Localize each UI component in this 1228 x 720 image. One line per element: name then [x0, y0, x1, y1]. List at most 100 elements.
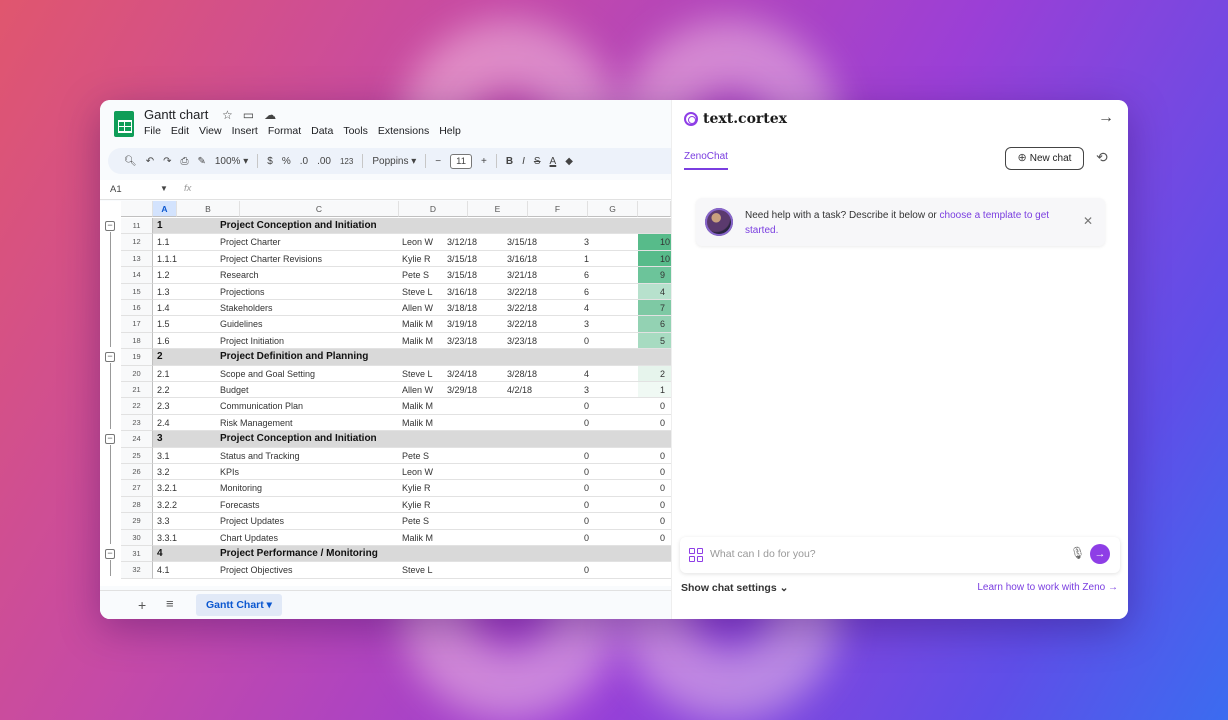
row-header[interactable]: 16: [121, 300, 153, 317]
sheets-logo-icon[interactable]: [114, 111, 134, 137]
star-icon[interactable]: ☆: [222, 108, 233, 122]
search-icon[interactable]: 🔍︎: [124, 156, 137, 167]
name-box-dropdown-icon[interactable]: ▼: [160, 184, 168, 193]
row-header[interactable]: 29: [121, 513, 153, 530]
table-row[interactable]: 3.2.2 Forecasts Kylie R 0: [153, 497, 671, 514]
table-row[interactable]: 1.5 Guidelines Malik M 3/19/18 3/22/18 3: [153, 316, 671, 333]
group-header-row[interactable]: 1 Project Conception and Initiation: [153, 218, 671, 235]
row-header[interactable]: 31: [121, 546, 153, 563]
collapse-group-icon[interactable]: −: [105, 549, 115, 559]
row-header[interactable]: 26: [121, 464, 153, 481]
currency-button[interactable]: $: [267, 156, 273, 167]
bold-button[interactable]: B: [506, 156, 513, 167]
column-header-g[interactable]: G: [588, 201, 638, 217]
collapse-group-icon[interactable]: −: [105, 221, 115, 231]
row-header[interactable]: 28: [121, 496, 153, 514]
column-header-e[interactable]: E: [468, 201, 528, 217]
table-row[interactable]: 3.3.1 Chart Updates Malik M 0: [153, 530, 671, 546]
name-box[interactable]: A1: [110, 184, 122, 195]
column-header-c[interactable]: C: [240, 201, 399, 217]
table-row[interactable]: 2.3 Communication Plan Malik M 0: [153, 398, 671, 415]
row-header[interactable]: 15: [121, 283, 153, 300]
table-row[interactable]: 1.1 Project Charter Leon W 3/12/18 3/15/18 3: [153, 234, 671, 251]
group-header-row[interactable]: 2 Project Definition and Planning: [153, 349, 671, 366]
table-row[interactable]: 3.2.1 Monitoring Kylie R 0: [153, 480, 671, 497]
menu-extensions[interactable]: Extensions: [378, 125, 429, 137]
row-header[interactable]: 18: [121, 332, 153, 350]
chat-input[interactable]: What can I do for you?: [710, 548, 816, 560]
row-header[interactable]: 23: [121, 414, 153, 432]
number-format-button[interactable]: 123: [340, 157, 353, 166]
row-header[interactable]: 30: [121, 529, 153, 546]
tab-zenochat[interactable]: ZenoChat: [684, 151, 728, 170]
print-icon[interactable]: ⎙: [180, 156, 188, 167]
table-row[interactable]: 1.2 Research Pete S 3/15/18 3/21/18 6: [153, 267, 671, 284]
table-row[interactable]: 4.1 Project Objectives Steve L 0: [153, 562, 671, 579]
row-header[interactable]: 14: [121, 267, 153, 284]
redo-icon[interactable]: ↷: [163, 156, 171, 167]
percent-button[interactable]: %: [282, 156, 291, 167]
table-row[interactable]: 1.3 Projections Steve L 3/16/18 3/22/18 6: [153, 284, 671, 300]
strikethrough-button[interactable]: S: [534, 156, 541, 167]
sheet-grid[interactable]: A B C D E F G 11 1 Project Conception and …: [100, 201, 671, 586]
table-row[interactable]: 3.1 Status and Tracking Pete S 0: [153, 448, 671, 464]
new-chat-button[interactable]: ⊕ New chat: [1005, 147, 1084, 170]
row-header[interactable]: 11: [121, 218, 153, 235]
add-sheet-icon[interactable]: +: [138, 597, 146, 613]
row-header[interactable]: 24: [121, 431, 153, 448]
decrease-decimal-button[interactable]: .0: [300, 156, 308, 167]
row-header[interactable]: 27: [121, 480, 153, 497]
menu-tools[interactable]: Tools: [343, 125, 368, 137]
menu-view[interactable]: View: [199, 125, 222, 137]
menu-format[interactable]: Format: [268, 125, 301, 137]
group-header-row[interactable]: 3 Project Conception and Initiation: [153, 431, 671, 448]
row-header[interactable]: 19: [121, 349, 153, 366]
group-header-row[interactable]: 4 Project Performance / Monitoring: [153, 546, 671, 563]
history-icon[interactable]: ⟲: [1096, 149, 1108, 166]
table-row[interactable]: 2.2 Budget Allen W 3/29/18 4/2/18 3: [153, 382, 671, 399]
folder-move-icon[interactable]: ▭: [243, 108, 254, 122]
undo-icon[interactable]: ↶: [146, 156, 154, 167]
font-size-input[interactable]: 11: [450, 153, 473, 169]
text-color-button[interactable]: A: [550, 156, 557, 167]
collapse-panel-icon[interactable]: →: [1098, 109, 1114, 127]
collapse-group-icon[interactable]: −: [105, 434, 115, 445]
column-header-a[interactable]: A: [153, 201, 177, 217]
table-row[interactable]: 3.3 Project Updates Pete S 0: [153, 513, 671, 530]
column-header-h[interactable]: [638, 201, 671, 217]
zoom-select[interactable]: 100% ▾: [215, 156, 248, 167]
increase-decimal-button[interactable]: .00: [317, 156, 331, 167]
menu-insert[interactable]: Insert: [232, 125, 258, 137]
row-header[interactable]: 21: [121, 382, 153, 399]
column-header-b[interactable]: B: [177, 201, 240, 217]
menu-edit[interactable]: Edit: [171, 125, 189, 137]
row-header[interactable]: 22: [121, 398, 153, 415]
row-header[interactable]: 25: [121, 447, 153, 464]
fill-color-icon[interactable]: ◆: [565, 156, 573, 167]
cloud-status-icon[interactable]: ☁: [264, 108, 276, 122]
corner-cell[interactable]: [121, 201, 153, 217]
table-row[interactable]: 3.2 KPIs Leon W 0: [153, 464, 671, 481]
sheet-tab-gantt[interactable]: Gantt Chart ▾: [196, 594, 282, 616]
row-header[interactable]: 13: [121, 250, 153, 268]
menu-file[interactable]: File: [144, 125, 161, 137]
row-header[interactable]: 17: [121, 316, 153, 333]
row-header[interactable]: 32: [121, 562, 153, 579]
document-title[interactable]: Gantt chart: [144, 107, 208, 122]
row-header[interactable]: 12: [121, 234, 153, 251]
menu-data[interactable]: Data: [311, 125, 333, 137]
learn-zeno-link[interactable]: Learn how to work with Zeno →: [977, 582, 1118, 593]
table-row[interactable]: 2.4 Risk Management Malik M 0: [153, 415, 671, 432]
table-row[interactable]: 1.6 Project Initiation Malik M 3/23/18 3/23/…: [153, 333, 671, 350]
table-row[interactable]: 1.1.1 Project Charter Revisions Kylie R 3/1…: [153, 251, 671, 268]
italic-button[interactable]: I: [522, 156, 525, 167]
font-size-decrease-icon[interactable]: −: [435, 156, 441, 167]
all-sheets-icon[interactable]: ≡: [166, 596, 174, 611]
send-button[interactable]: →: [1090, 544, 1110, 564]
close-icon[interactable]: ✕: [1083, 214, 1093, 228]
column-header-d[interactable]: D: [399, 201, 468, 217]
show-chat-settings[interactable]: Show chat settings ⌄: [681, 582, 788, 594]
font-select[interactable]: Poppins ▾: [372, 156, 416, 167]
paint-format-icon[interactable]: ✎: [197, 156, 205, 167]
menu-help[interactable]: Help: [439, 125, 461, 137]
